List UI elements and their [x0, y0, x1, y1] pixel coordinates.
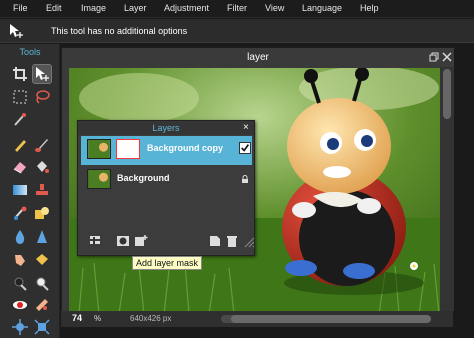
shape-tool-icon[interactable] [33, 204, 51, 222]
close-icon[interactable]: × [243, 122, 249, 133]
restore-icon[interactable] [429, 52, 439, 62]
drop-blur-tool-icon[interactable] [11, 228, 29, 246]
tools-title: Tools [19, 47, 41, 57]
bloat-tool-icon[interactable] [11, 318, 29, 336]
zoom-unit: % [94, 314, 102, 323]
crop-tool-icon[interactable] [11, 65, 29, 83]
layer-name: Background copy [147, 143, 224, 153]
marquee-tool-icon[interactable] [11, 88, 29, 106]
layer-mask-thumbnail[interactable] [116, 139, 140, 159]
layers-title: Layers [152, 123, 180, 133]
image-dimensions: 640x426 px [130, 314, 172, 323]
horizontal-scrollbar[interactable] [221, 315, 431, 323]
new-layer-icon[interactable] [208, 234, 222, 248]
document-titlebar: layer [62, 48, 454, 68]
magic-wand-tool-icon[interactable] [11, 110, 29, 128]
smudge-tool-icon[interactable] [11, 251, 29, 269]
layer-thumbnail [87, 169, 111, 189]
layers-titlebar: Layers × [78, 121, 254, 135]
move-tool-icon [10, 24, 23, 38]
horizontal-scroll-thumb[interactable] [231, 315, 431, 323]
layers-panel: Layers × Background copy Background [77, 120, 255, 256]
menu-file[interactable]: File [13, 3, 28, 13]
vertical-scroll-thumb[interactable] [443, 69, 451, 119]
sharpen-tool-icon[interactable] [33, 228, 51, 246]
red-eye-tool-icon[interactable] [11, 296, 29, 314]
lasso-tool-icon[interactable] [33, 88, 51, 106]
move-tool-icon[interactable] [32, 64, 52, 84]
visibility-checkbox[interactable] [239, 142, 251, 154]
close-icon[interactable] [442, 52, 452, 62]
layer-row-background-copy[interactable]: Background copy [81, 136, 252, 165]
menu-bar: File Edit Image Layer Adjustment Filter … [0, 0, 474, 18]
spot-heal-tool-icon[interactable] [33, 296, 51, 314]
document-title: layer [247, 52, 269, 63]
brush-tool-icon[interactable] [33, 136, 51, 154]
dodge-tool-icon[interactable] [33, 274, 51, 292]
layer-thumbnail [87, 139, 111, 159]
layer-settings-icon[interactable] [88, 234, 102, 248]
status-bar: 74 % 640x426 px [61, 311, 453, 327]
menu-adjustment[interactable]: Adjustment [164, 3, 209, 13]
stamp-tool-icon[interactable] [33, 181, 51, 199]
tools-panel: Tools [0, 44, 60, 338]
delete-layer-icon[interactable] [225, 234, 239, 248]
layer-name: Background [117, 173, 170, 183]
burn-tool-icon[interactable] [11, 274, 29, 292]
layer-row-background[interactable]: Background [81, 166, 252, 195]
fill-tool-icon[interactable] [33, 158, 51, 176]
options-message: This tool has no additional options [51, 26, 188, 36]
sponge-tool-icon[interactable] [33, 251, 51, 269]
zoom-level[interactable]: 74 [72, 313, 82, 323]
add-layer-mask-icon[interactable] [116, 234, 130, 248]
pencil-tool-icon[interactable] [11, 136, 29, 154]
menu-view[interactable]: View [265, 3, 284, 13]
menu-layer[interactable]: Layer [124, 3, 147, 13]
resize-grip-icon[interactable] [241, 234, 255, 248]
color-replace-tool-icon[interactable] [11, 204, 29, 222]
eraser-tool-icon[interactable] [11, 158, 29, 176]
layer-effects-icon[interactable] [134, 234, 148, 248]
menu-image[interactable]: Image [81, 3, 106, 13]
gradient-tool-icon[interactable] [11, 181, 29, 199]
menu-filter[interactable]: Filter [227, 3, 247, 13]
lock-icon [242, 175, 248, 183]
menu-edit[interactable]: Edit [46, 3, 62, 13]
layers-footer [78, 231, 255, 255]
menu-help[interactable]: Help [360, 3, 379, 13]
menu-language[interactable]: Language [302, 3, 342, 13]
pinch-tool-icon[interactable] [33, 318, 51, 336]
options-bar: This tool has no additional options [0, 19, 474, 43]
vertical-scrollbar[interactable] [440, 67, 454, 311]
tooltip: Add layer mask [132, 256, 203, 270]
